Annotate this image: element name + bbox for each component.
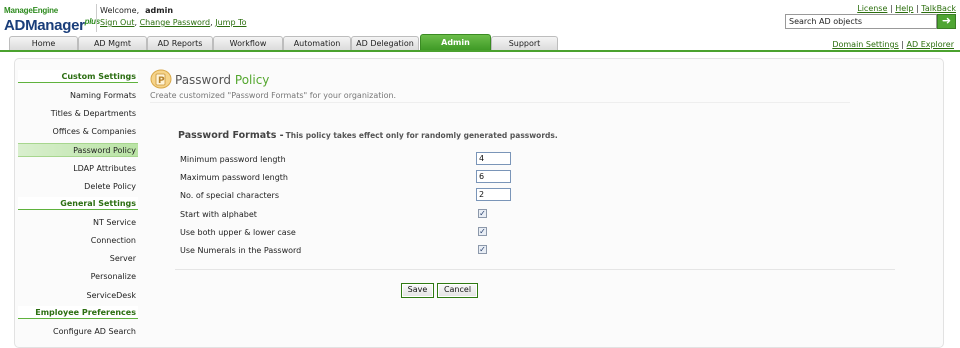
upper-lower-checkbox[interactable]: ✓ <box>478 227 487 236</box>
section-note: This policy takes effect only for random… <box>285 131 558 140</box>
cancel-button[interactable]: Cancel <box>437 283 478 298</box>
sidebar-heading-custom-settings: Custom Settings <box>18 70 138 83</box>
section-title: Password Formats - This policy takes effe… <box>178 130 558 141</box>
search-go-icon[interactable]: ➜ <box>937 14 956 29</box>
header-divider <box>96 4 97 32</box>
numerals-label: Use Numerals in the Password <box>180 246 302 255</box>
min-length-input[interactable]: 4 <box>476 152 511 165</box>
sidebar-item-delete-policy[interactable]: Delete Policy <box>18 180 138 193</box>
sidebar-heading-employee-preferences: Employee Preferences <box>18 306 138 319</box>
page-subtitle: Create customized "Password Formats" for… <box>150 91 397 100</box>
change-password-link[interactable]: Change Password <box>140 18 211 27</box>
sidebar-item-configure-ad-search[interactable]: Configure AD Search <box>18 325 138 338</box>
sidebar-item-connection[interactable]: Connection <box>18 234 138 247</box>
app-logo[interactable]: ManageEngine ADManagerplus <box>4 6 100 34</box>
start-alphabet-checkbox[interactable]: ✓ <box>478 209 487 218</box>
tab-ad-mgmt[interactable]: AD Mgmt <box>78 36 147 50</box>
sidebar-item-server[interactable]: Server <box>18 252 138 265</box>
max-length-label: Maximum password length <box>180 173 288 182</box>
sign-out-link[interactable]: Sign Out <box>100 18 135 27</box>
svg-text:P: P <box>158 76 165 86</box>
sidebar-item-ldap-attributes[interactable]: LDAP Attributes <box>18 162 138 175</box>
tab-workflow[interactable]: Workflow <box>213 36 283 50</box>
sidebar-item-titles-departments[interactable]: Titles & Departments <box>18 107 138 120</box>
special-chars-label: No. of special characters <box>180 191 280 200</box>
talkback-link[interactable]: TalkBack <box>921 4 956 13</box>
sidebar-item-offices-companies[interactable]: Offices & Companies <box>18 125 138 138</box>
ad-explorer-link[interactable]: AD Explorer <box>907 40 954 49</box>
min-length-label: Minimum password length <box>180 155 286 164</box>
tab-ad-delegation[interactable]: AD Delegation <box>351 36 419 50</box>
max-length-input[interactable]: 6 <box>476 170 511 183</box>
search-input[interactable]: Search AD objects <box>785 14 937 29</box>
title-divider <box>150 102 850 103</box>
sidebar-item-personalize[interactable]: Personalize <box>18 270 138 283</box>
special-chars-input[interactable]: 2 <box>476 188 511 201</box>
tab-home[interactable]: Home <box>9 36 78 50</box>
password-policy-icon: P <box>150 69 172 89</box>
sidebar-item-password-policy[interactable]: Password Policy <box>18 143 138 157</box>
tab-right-links: Domain Settings | AD Explorer <box>832 40 954 49</box>
sidebar-item-naming-formats[interactable]: Naming Formats <box>18 89 138 102</box>
tab-automation[interactable]: Automation <box>283 36 351 50</box>
tab-underline <box>0 50 960 52</box>
tab-admin[interactable]: Admin <box>420 34 491 50</box>
user-links: Sign Out, Change Password, Jump To <box>100 18 247 27</box>
upper-lower-label: Use both upper & lower case <box>180 228 296 237</box>
sidebar-heading-general-settings: General Settings <box>18 197 138 210</box>
save-button[interactable]: Save <box>401 283 434 298</box>
form-divider <box>175 269 895 270</box>
main-tab-bar: Home AD Mgmt AD Reports Workflow Automat… <box>0 34 960 51</box>
sidebar-item-nt-service[interactable]: NT Service <box>18 216 138 229</box>
start-alphabet-label: Start with alphabet <box>180 210 257 219</box>
jump-to-link[interactable]: Jump To <box>215 18 246 27</box>
domain-settings-link[interactable]: Domain Settings <box>832 40 898 49</box>
logo-vendor: ManageEngine <box>4 6 59 15</box>
tab-ad-reports[interactable]: AD Reports <box>147 36 213 50</box>
username: admin <box>145 6 174 15</box>
welcome-text: Welcome, admin <box>100 6 174 15</box>
help-link[interactable]: Help <box>895 4 913 13</box>
logo-product: ADManagerplus <box>4 17 100 34</box>
top-links: License | Help | TalkBack <box>857 4 956 13</box>
tab-support[interactable]: Support <box>491 36 558 50</box>
page-title: Password Policy <box>175 73 270 87</box>
sidebar-item-servicedesk[interactable]: ServiceDesk <box>18 289 138 302</box>
numerals-checkbox[interactable]: ✓ <box>478 245 487 254</box>
license-link[interactable]: License <box>857 4 887 13</box>
